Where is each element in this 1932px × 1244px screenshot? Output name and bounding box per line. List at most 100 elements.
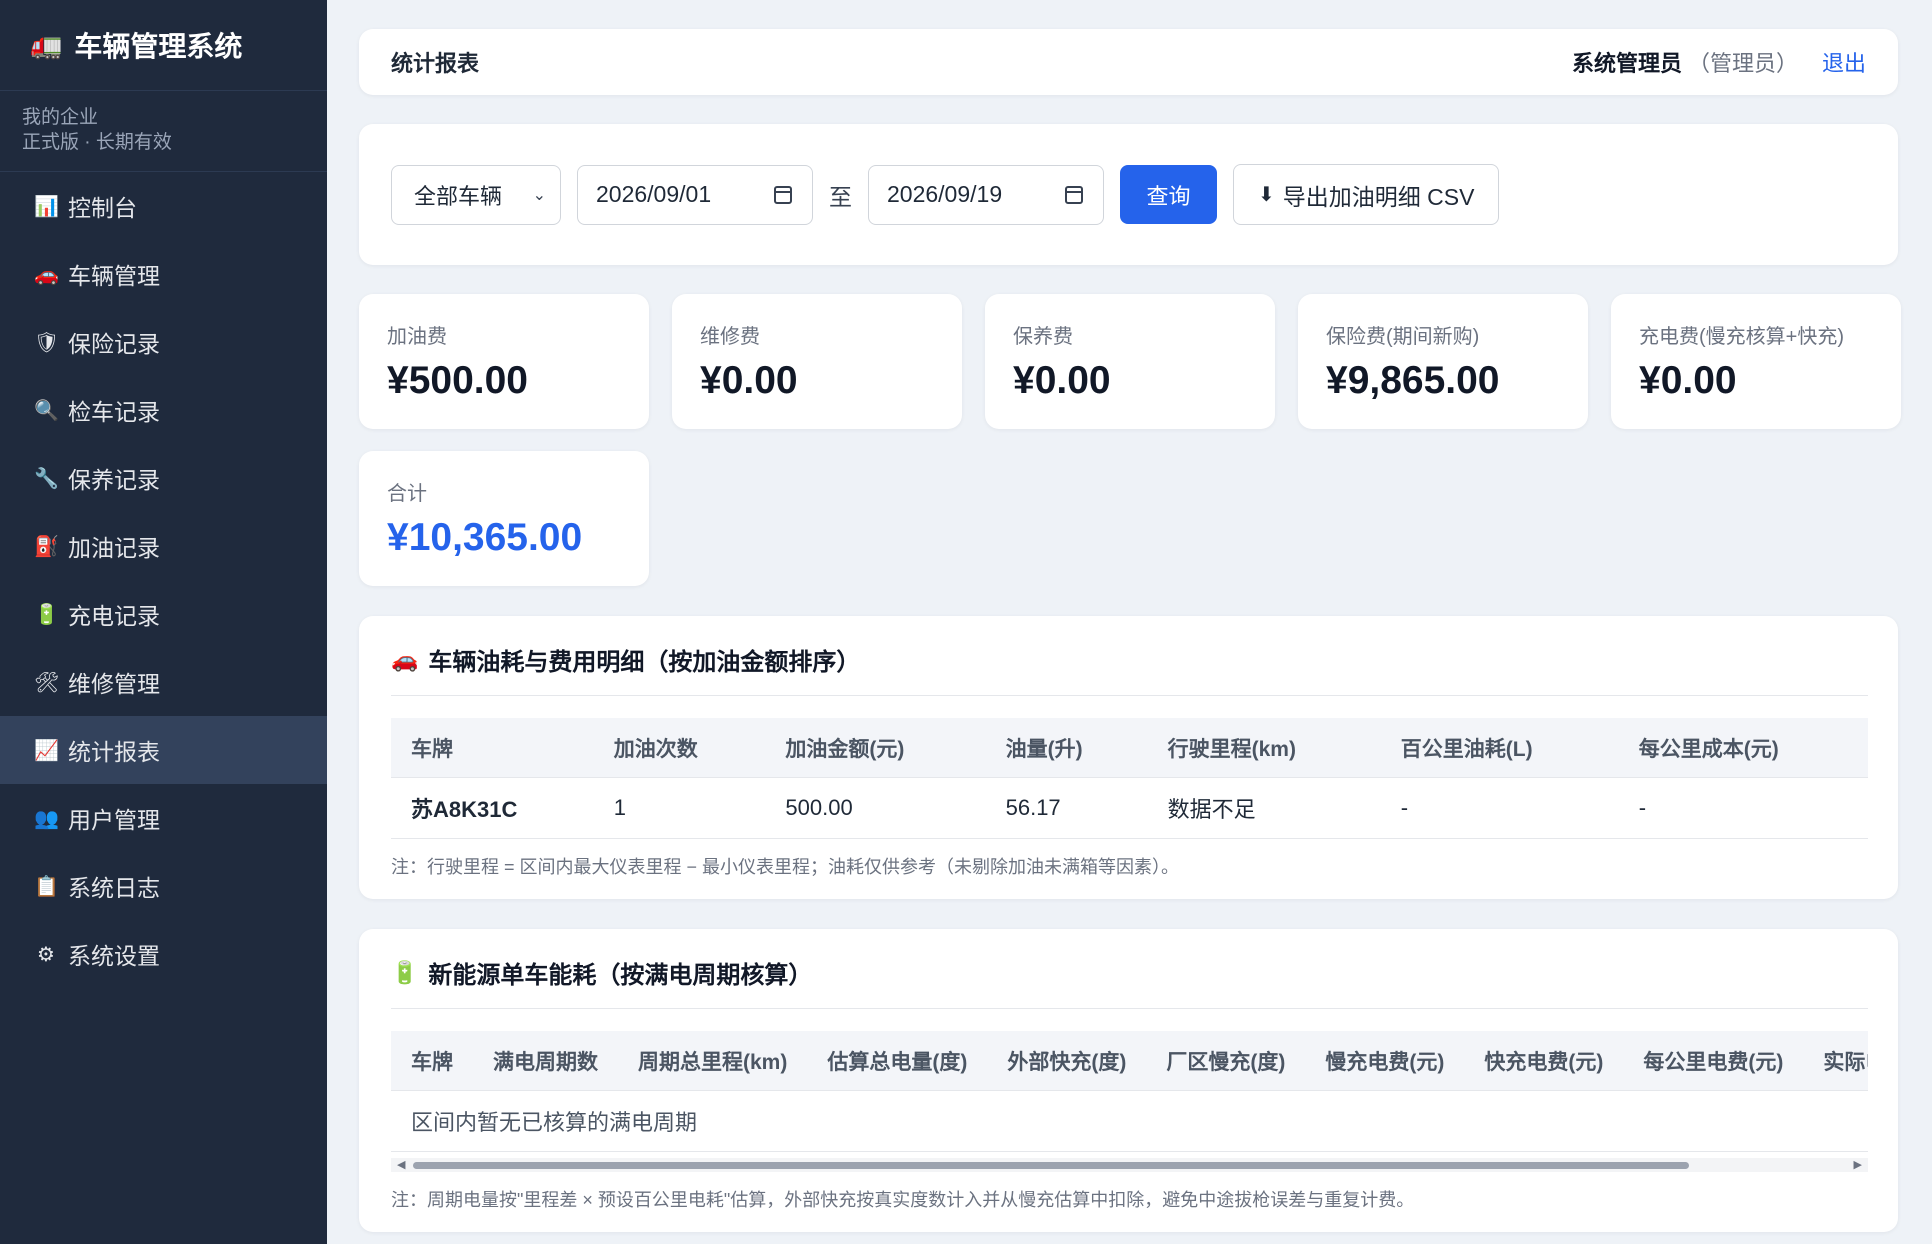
ev-note: 注：周期电量按"里程差 × 预设百公里电耗"估算，外部快充按真实度数计入并从慢充…	[391, 1190, 1415, 1210]
calendar-icon[interactable]	[774, 185, 792, 204]
stat-cards: 加油费 ¥500.00 维修费 ¥0.00 保养费 ¥0.00 保险费(期间新购) ¥9,86…	[359, 294, 1901, 586]
stat-value: ¥0.00	[1639, 359, 1737, 402]
stat-card: 保养费 ¥0.00	[985, 294, 1275, 429]
stat-label: 合计	[387, 483, 427, 505]
column-header: 快充电费(元)	[1464, 1031, 1624, 1091]
sidebar-item-6[interactable]: 🔋 充电记录	[0, 580, 327, 648]
query-button[interactable]: 查询	[1120, 165, 1217, 224]
sidebar-item-0[interactable]: 📊 控制台	[0, 172, 327, 240]
sidebar-item-9[interactable]: 👥 用户管理	[0, 784, 327, 852]
sidebar-item-3[interactable]: 🔍 检车记录	[0, 376, 327, 444]
date-separator: 至	[829, 183, 852, 210]
column-header: 外部快充(度)	[987, 1031, 1147, 1091]
ev-table: 车牌 满电周期数 周期总里程(km) 估算总电量(度) 外部快充(度) 厂区慢充(度) 慢充…	[391, 1031, 1868, 1152]
sidebar-item-7[interactable]: 🛠 维修管理	[0, 648, 327, 716]
car-icon: 🚗	[391, 646, 419, 672]
table-cell: 1	[593, 777, 766, 839]
tools-icon: 🛠	[34, 671, 60, 694]
org-plan: 正式版 · 长期有效	[22, 132, 172, 153]
sidebar-item-label: 保险记录	[68, 331, 160, 357]
ev-section-title: 🔋 新能源单车能耗（按满电周期核算）	[391, 955, 1868, 1009]
vehicle-select[interactable]: 全部车辆 ⌄	[391, 164, 561, 225]
column-header: 加油次数	[593, 718, 766, 778]
scroll-right-icon[interactable]: ▶	[1854, 1158, 1862, 1172]
download-icon: ⬇	[1258, 184, 1275, 206]
stat-value: ¥10,365.00	[387, 516, 583, 559]
table-cell: -	[1380, 777, 1619, 839]
filter-bar: 全部车辆 ⌄ 2026/09/01 至 2026/09/19 查询 ⬇ 导出加油…	[359, 124, 1898, 265]
horizontal-scrollbar[interactable]: ◀ ▶	[391, 1158, 1868, 1172]
start-date-input[interactable]: 2026/09/01	[577, 164, 813, 225]
column-header: 油量(升)	[985, 718, 1148, 778]
fuel-table-header: 车牌 加油次数 加油金额(元) 油量(升) 行驶里程(km) 百公里油耗(L) 每公里成本(…	[391, 718, 1868, 778]
plate-cell: 苏A8K31C	[391, 777, 594, 839]
stat-card: 维修费 ¥0.00	[672, 294, 962, 429]
stat-value: ¥0.00	[700, 359, 798, 402]
stat-value: ¥500.00	[387, 359, 528, 402]
sidebar-item-2[interactable]: 🛡 保险记录	[0, 308, 327, 376]
column-header: 行驶里程(km)	[1147, 718, 1381, 778]
stat-label: 充电费(慢充核算+快充)	[1639, 326, 1844, 348]
sidebar-item-4[interactable]: 🔧 保养记录	[0, 444, 327, 512]
user-name: 系统管理员	[1571, 51, 1682, 76]
sidebar-item-1[interactable]: 🚗 车辆管理	[0, 240, 327, 308]
column-header: 百公里油耗(L)	[1380, 718, 1619, 778]
trend-icon: 📈	[34, 739, 59, 762]
chart-icon: 📊	[34, 195, 59, 218]
table-cell: 56.17	[985, 777, 1148, 839]
top-bar: 统计报表 系统管理员 （管理员） 退出	[359, 29, 1898, 95]
end-date-value: 2026/09/19	[887, 181, 1003, 207]
sidebar-item-label: 用户管理	[68, 807, 160, 833]
stat-value: ¥9,865.00	[1326, 359, 1500, 402]
column-header: 厂区慢充(度)	[1146, 1031, 1306, 1091]
sidebar-item-8[interactable]: 📈 统计报表	[0, 716, 327, 784]
fuel-icon: ⛽	[34, 535, 59, 558]
end-date-input[interactable]: 2026/09/19	[868, 164, 1104, 225]
truck-icon: 🚛	[30, 29, 63, 60]
logout-link[interactable]: 退出	[1822, 46, 1866, 78]
fuel-note: 注：行驶里程 = 区间内最大仪表里程 − 最小仪表里程；油耗仅供参考（未剔除加油…	[391, 857, 1180, 877]
magnifier-icon: 🔍	[34, 399, 59, 422]
sidebar-item-label: 系统设置	[68, 943, 160, 969]
sidebar-nav: 📊 控制台 🚗 车辆管理 🛡 保险记录 🔍 检车记录 🔧 保养记录 ⛽ 加油记录 🔋 充电记录 🛠 维修管理 📈…	[0, 172, 327, 988]
stat-label: 保养费	[1013, 326, 1073, 348]
sidebar-item-label: 充电记录	[68, 603, 160, 629]
sidebar-item-5[interactable]: ⛽ 加油记录	[0, 512, 327, 580]
table-cell: 数据不足	[1147, 777, 1381, 839]
ev-section-title-text: 新能源单车能耗（按满电周期核算）	[428, 962, 813, 989]
fuel-section-title-text: 车辆油耗与费用明细（按加油金额排序）	[428, 649, 861, 676]
stat-label: 维修费	[700, 326, 760, 348]
sidebar-item-label: 统计报表	[68, 739, 160, 765]
main-content: 统计报表 系统管理员 （管理员） 退出 全部车辆 ⌄ 2026/09/01 至 …	[327, 0, 1932, 1244]
org-name: 我的企业	[22, 107, 99, 128]
battery-icon: 🔋	[34, 603, 59, 626]
sidebar-item-10[interactable]: 📋 系统日志	[0, 852, 327, 920]
clipboard-icon: 📋	[34, 875, 59, 898]
stat-card: 保险费(期间新购) ¥9,865.00	[1298, 294, 1588, 429]
fuel-table: 车牌 加油次数 加油金额(元) 油量(升) 行驶里程(km) 百公里油耗(L) 每公里成本(…	[391, 718, 1868, 839]
fuel-cost-section: 🚗 车辆油耗与费用明细（按加油金额排序） 车牌 加油次数 加油金额(元) 油量(升) 行…	[359, 616, 1898, 899]
scrollbar-thumb[interactable]	[413, 1162, 1689, 1169]
export-csv-button[interactable]: ⬇ 导出加油明细 CSV	[1233, 164, 1500, 225]
ev-table-scroll[interactable]: 车牌 满电周期数 周期总里程(km) 估算总电量(度) 外部快充(度) 厂区慢充(度) 慢充…	[391, 1031, 1868, 1152]
ev-empty-message: 区间内暂无已核算的满电周期	[391, 1090, 1868, 1152]
sidebar-item-label: 检车记录	[68, 399, 160, 425]
gear-icon: ⚙	[37, 943, 55, 966]
org-info: 我的企业 正式版 · 长期有效	[0, 91, 327, 172]
stat-card: 加油费 ¥500.00	[359, 294, 649, 429]
page-title: 统计报表	[391, 51, 480, 76]
car-icon: 🚗	[34, 263, 59, 286]
stat-value: ¥0.00	[1013, 359, 1111, 402]
sidebar-item-11[interactable]: ⚙ 系统设置	[0, 920, 327, 988]
sidebar: 🚛 车辆管理系统 我的企业 正式版 · 长期有效 📊 控制台 🚗 车辆管理 🛡 保险记录 🔍…	[0, 0, 327, 1244]
ev-energy-section: 🔋 新能源单车能耗（按满电周期核算） 车牌 满电周期数 周期总里程(km) 估算总电量…	[359, 929, 1898, 1232]
start-date-value: 2026/09/01	[596, 181, 712, 207]
stat-card: 充电费(慢充核算+快充) ¥0.00	[1611, 294, 1901, 429]
calendar-icon[interactable]	[1065, 185, 1083, 204]
shield-icon: 🛡	[34, 331, 60, 354]
sidebar-item-label: 车辆管理	[68, 263, 160, 289]
column-header: 慢充电费(元)	[1305, 1031, 1465, 1091]
user-area: 系统管理员 （管理员） 退出	[1572, 46, 1866, 78]
scroll-left-icon[interactable]: ◀	[397, 1158, 405, 1172]
sidebar-item-label: 维修管理	[68, 671, 160, 697]
